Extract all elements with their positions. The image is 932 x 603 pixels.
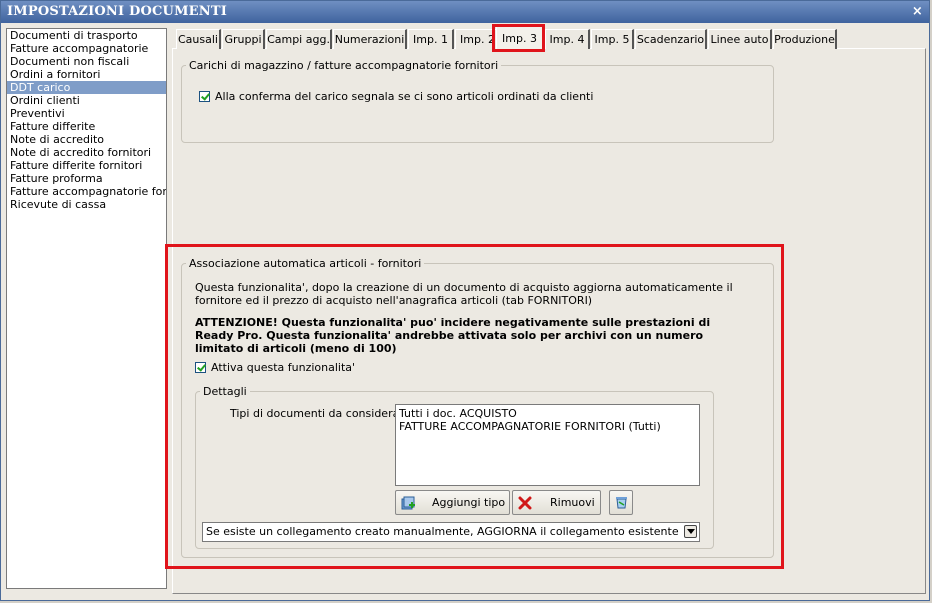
enable-feature-checkbox[interactable] [195,362,206,373]
document-type-list[interactable]: Documenti di trasporto Fatture accompagn… [6,28,167,589]
tab-scadenzario[interactable]: Scadenzario [635,29,707,49]
sidebar-item-ordini-a-fornitori[interactable]: Ordini a fornitori [7,68,166,81]
window-title: IMPOSTAZIONI DOCUMENTI [7,4,228,19]
carichi-legend: Carichi di magazzino / fatture accompagn… [189,59,499,72]
tab-imp-1[interactable]: Imp. 1 [408,29,454,49]
sidebar-item-note-di-accredito-fornitori[interactable]: Note di accredito fornitori [7,146,166,159]
sidebar-item-fatture-differite-fornitori[interactable]: Fatture differite fornitori [7,159,166,172]
warning-line-2: Ready Pro. Questa funzionalita' andrebbe… [195,329,704,342]
link-update-select[interactable]: Se esiste un collegamento creato manualm… [202,522,700,542]
title-bar: IMPOSTAZIONI DOCUMENTI × [1,1,929,23]
tab-campi-agg[interactable]: Campi agg. [266,29,332,49]
tab-linee-auto[interactable]: Linee auto [708,29,772,49]
carichi-checkbox-label[interactable]: Alla conferma del carico segnala se ci s… [215,90,593,103]
recycle-bin-icon [616,497,627,509]
sidebar-item-note-di-accredito[interactable]: Note di accredito [7,133,166,146]
tab-causali[interactable]: Causali [176,29,221,49]
carichi-checkbox[interactable] [199,91,210,102]
warning-line-3: limitato di articoli (meno di 100) [195,342,397,355]
list-item[interactable]: FATTURE ACCOMPAGNATORIE FORNITORI (Tutti… [399,420,696,433]
settings-window: IMPOSTAZIONI DOCUMENTI × Documenti di tr… [0,0,930,601]
add-document-icon [401,496,415,510]
remove-label: Rimuovi [550,496,595,509]
sidebar-item-fatture-differite[interactable]: Fatture differite [7,120,166,133]
tab-numerazioni[interactable]: Numerazioni [333,29,407,49]
tipi-documenti-list[interactable]: Tutti i doc. ACQUISTO FATTURE ACCOMPAGNA… [395,404,700,486]
tab-imp-4[interactable]: Imp. 4 [545,29,590,49]
description-line-1: Questa funzionalita', dopo la creazione … [195,281,733,294]
add-type-label: Aggiungi tipo [432,496,506,509]
sidebar-item-ddt-carico[interactable]: DDT carico [7,81,166,94]
tab-imp-2[interactable]: Imp. 2 [455,29,501,49]
associazione-legend: Associazione automatica articoli - forni… [189,257,422,270]
sidebar-item-fatture-proforma[interactable]: Fatture proforma [7,172,166,185]
enable-feature-label[interactable]: Attiva questa funzionalita' [211,361,355,374]
tab-imp-5[interactable]: Imp. 5 [591,29,634,49]
list-item[interactable]: Tutti i doc. ACQUISTO [399,407,696,420]
tipi-documenti-label: Tipi di documenti da considerare: [230,407,415,420]
sidebar-item-preventivi[interactable]: Preventivi [7,107,166,120]
close-icon[interactable]: × [912,1,923,23]
clear-list-button[interactable] [609,490,633,515]
remove-button[interactable]: Rimuovi [512,490,601,515]
sidebar-item-fatture-accompagnatorie[interactable]: Fatture accompagnatorie [7,42,166,55]
tab-imp-3[interactable]: Imp. 3 [496,26,544,49]
delete-x-icon [518,496,532,510]
sidebar-item-ordini-clienti[interactable]: Ordini clienti [7,94,166,107]
sidebar-item-documenti-di-trasporto[interactable]: Documenti di trasporto [7,29,166,42]
dettagli-legend: Dettagli [203,385,247,398]
chevron-down-icon[interactable] [684,525,697,538]
sidebar-item-ricevute-di-cassa[interactable]: Ricevute di cassa [7,198,166,211]
tab-produzione[interactable]: Produzione [773,29,837,49]
sidebar-item-fatture-accompagnatorie-fornitori[interactable]: Fatture accompagnatorie fornitori [7,185,166,198]
description-line-2: fornitore ed il prezzo di acquisto nell'… [195,294,593,307]
tab-gruppi[interactable]: Gruppi [222,29,265,49]
link-update-select-value: Se esiste un collegamento creato manualm… [206,525,679,538]
warning-line-1: ATTENZIONE! Questa funzionalita' puo' in… [195,316,711,329]
add-type-button[interactable]: Aggiungi tipo [395,490,510,515]
sidebar-item-documenti-non-fiscali[interactable]: Documenti non fiscali [7,55,166,68]
